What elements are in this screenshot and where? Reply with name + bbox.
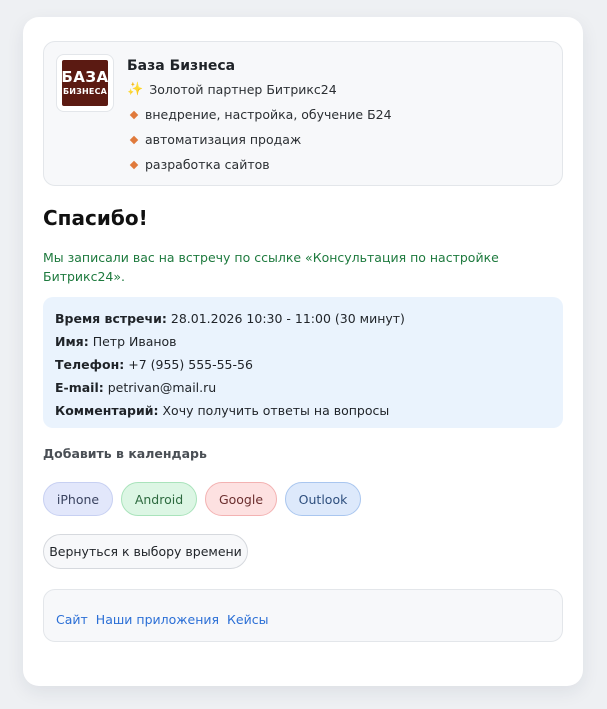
page-title: Спасибо! xyxy=(43,206,148,230)
detail-value: petrivan@mail.ru xyxy=(107,380,217,395)
service-label: разработка сайтов xyxy=(145,157,270,172)
partner-status: ✨ Золотой партнер Битрикс24 xyxy=(127,82,337,97)
footer-links-panel: Сайт Наши приложения Кейсы xyxy=(43,589,563,642)
service-item: разработка сайтов xyxy=(129,157,270,172)
service-label: внедрение, настройка, обучение Б24 xyxy=(145,107,392,122)
service-item: внедрение, настройка, обучение Б24 xyxy=(129,107,392,122)
logo-text-line1: БАЗА xyxy=(61,68,109,86)
sparkle-icon: ✨ xyxy=(127,82,144,97)
detail-value: +7 (955) 555-55-56 xyxy=(128,357,253,372)
calendar-iphone-button[interactable]: iPhone xyxy=(43,482,113,516)
back-to-time-selection-button[interactable]: Вернуться к выбору времени xyxy=(43,534,248,569)
company-logo: БАЗА БИЗНЕСА xyxy=(56,54,114,112)
footer-link-apps[interactable]: Наши приложения xyxy=(96,612,219,627)
detail-value: Хочу получить ответы на вопросы xyxy=(162,403,390,418)
detail-row-phone: Телефон: +7 (955) 555-55-56 xyxy=(55,353,551,376)
calendar-google-button[interactable]: Google xyxy=(205,482,277,516)
detail-label: Телефон: xyxy=(55,357,125,372)
detail-label: Комментарий: xyxy=(55,403,159,418)
service-label: автоматизация продаж xyxy=(145,132,302,147)
confirmation-message: Мы записали вас на встречу по ссылке «Ко… xyxy=(43,250,499,284)
detail-label: E-mail: xyxy=(55,380,104,395)
service-item: автоматизация продаж xyxy=(129,132,302,147)
detail-label: Имя: xyxy=(55,334,89,349)
detail-label: Время встречи: xyxy=(55,311,167,326)
footer-links: Сайт Наши приложения Кейсы xyxy=(56,612,276,627)
detail-row-time: Время встречи: 28.01.2026 10:30 - 11:00 … xyxy=(55,307,551,330)
diamond-bullet-icon xyxy=(129,160,139,169)
detail-row-comment: Комментарий: Хочу получить ответы на воп… xyxy=(55,399,551,422)
detail-row-email: E-mail: petrivan@mail.ru xyxy=(55,376,551,399)
diamond-bullet-icon xyxy=(129,135,139,144)
logo-badge: БАЗА БИЗНЕСА xyxy=(61,60,109,106)
detail-value: 28.01.2026 10:30 - 11:00 (30 минут) xyxy=(170,311,405,326)
booking-confirmation-card: БАЗА БИЗНЕСА База Бизнеса ✨ Золотой парт… xyxy=(23,17,583,686)
meeting-details-panel: Время встречи: 28.01.2026 10:30 - 11:00 … xyxy=(43,297,563,428)
company-info-panel: БАЗА БИЗНЕСА База Бизнеса ✨ Золотой парт… xyxy=(43,41,563,186)
footer-link-cases[interactable]: Кейсы xyxy=(227,612,268,627)
footer-link-site[interactable]: Сайт xyxy=(56,612,88,627)
detail-value: Петр Иванов xyxy=(92,334,177,349)
add-to-calendar-heading: Добавить в календарь xyxy=(43,446,207,461)
partner-label: Золотой партнер Битрикс24 xyxy=(149,82,337,97)
calendar-android-button[interactable]: Android xyxy=(121,482,197,516)
diamond-bullet-icon xyxy=(129,110,139,119)
logo-text-line2: БИЗНЕСА xyxy=(62,87,108,96)
calendar-outlook-button[interactable]: Outlook xyxy=(285,482,361,516)
company-name: База Бизнеса xyxy=(127,58,236,74)
detail-row-name: Имя: Петр Иванов xyxy=(55,330,551,353)
